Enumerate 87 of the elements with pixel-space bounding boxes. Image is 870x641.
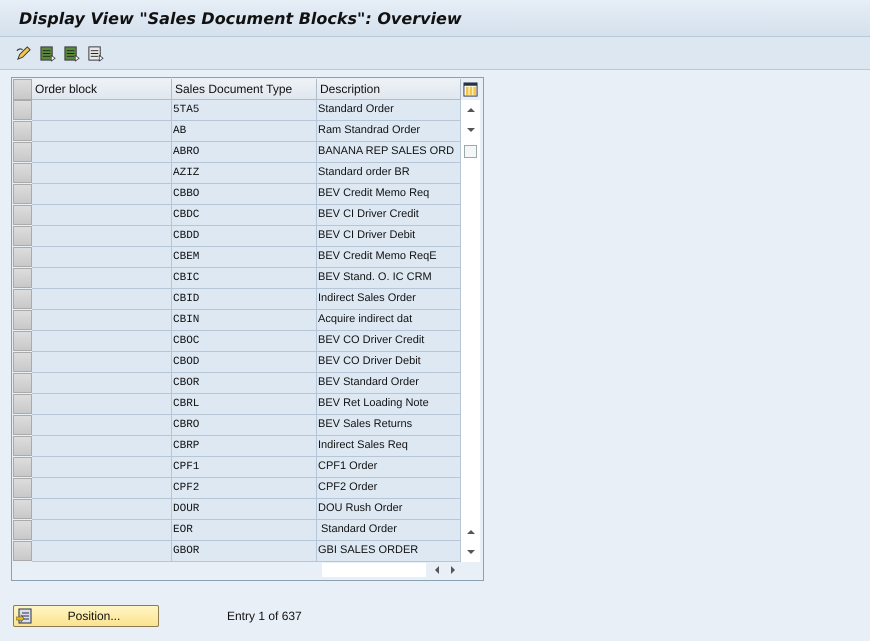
row-selector[interactable]: [13, 100, 32, 120]
row-selector[interactable]: [13, 520, 32, 540]
table-cell: BEV Credit Memo Req: [317, 184, 461, 205]
table-cell: BEV Stand. O. IC CRM: [317, 268, 461, 289]
horizontal-scrollbar[interactable]: [322, 563, 426, 577]
row-selector[interactable]: [13, 226, 32, 246]
table-cell: CBIN: [172, 310, 317, 331]
table-cell: CBDD: [172, 226, 317, 247]
scroll-up-icon[interactable]: [466, 527, 476, 537]
table-cell: EOR: [172, 520, 317, 541]
position-icon: [16, 608, 32, 624]
list-icon[interactable]: [63, 44, 80, 62]
table-cell: CBOR: [172, 373, 317, 394]
row-selector[interactable]: [13, 121, 32, 141]
column-header[interactable]: Order block: [32, 79, 172, 100]
table-cell: CBID: [172, 289, 317, 310]
table-cell: ABRO: [172, 142, 317, 163]
row-selector[interactable]: [13, 289, 32, 309]
table-cell: CBEM: [172, 247, 317, 268]
vertical-scrollbar[interactable]: [461, 100, 480, 562]
table-cell: CBRL: [172, 394, 317, 415]
table-cell: CBBO: [172, 184, 317, 205]
select-all-button[interactable]: [13, 79, 32, 100]
table-cell: GBI SALES ORDER: [317, 541, 461, 562]
scroll-up-icon[interactable]: [466, 105, 476, 115]
table-cell: BEV CI Driver Credit: [317, 205, 461, 226]
table-cell: Standard Order: [317, 100, 461, 121]
table-cell: AB: [172, 121, 317, 142]
table-cell: Standard Order: [317, 520, 461, 541]
table-cell: CBRO: [172, 415, 317, 436]
list-icon[interactable]: [39, 44, 56, 62]
table-cell: CPF1: [172, 457, 317, 478]
row-selector[interactable]: [13, 352, 32, 372]
table-cell: Ram Standrad Order: [317, 121, 461, 142]
position-button[interactable]: Position...: [13, 605, 159, 627]
pencil-icon[interactable]: [15, 44, 32, 62]
row-selector[interactable]: [13, 478, 32, 498]
table-cell: CBOC: [172, 331, 317, 352]
row-selector[interactable]: [13, 394, 32, 414]
column-settings-icon[interactable]: [463, 82, 478, 97]
table-cell: BEV Credit Memo ReqE: [317, 247, 461, 268]
row-selector[interactable]: [13, 142, 32, 162]
table-cell: BEV CO Driver Debit: [317, 352, 461, 373]
row-selector[interactable]: [13, 457, 32, 477]
table-cell: Standard order BR: [317, 163, 461, 184]
table-cell: Indirect Sales Req: [317, 436, 461, 457]
table-cell: CBRP: [172, 436, 317, 457]
row-selector[interactable]: [13, 331, 32, 351]
row-selector[interactable]: [13, 373, 32, 393]
table-cell: DOU Rush Order: [317, 499, 461, 520]
row-selector[interactable]: [13, 541, 32, 561]
column-header[interactable]: Description: [317, 79, 461, 100]
row-selector[interactable]: [13, 163, 32, 183]
table-cell: CPF1 Order: [317, 457, 461, 478]
row-selector[interactable]: [13, 436, 32, 456]
scroll-right-icon[interactable]: [448, 565, 458, 575]
table-cell: BEV Sales Returns: [317, 415, 461, 436]
table-cell: CBDC: [172, 205, 317, 226]
table-cell: BANANA REP SALES ORD: [317, 142, 461, 163]
table-cell: DOUR: [172, 499, 317, 520]
column-header[interactable]: Sales Document Type: [172, 79, 317, 100]
scroll-down-icon[interactable]: [466, 125, 476, 135]
list-icon[interactable]: [87, 44, 104, 62]
table-cell: CBIC: [172, 268, 317, 289]
table-cell: CPF2 Order: [317, 478, 461, 499]
window-title: Display View "Sales Document Blocks": Overview: [19, 8, 462, 28]
row-selector[interactable]: [13, 247, 32, 267]
row-selector[interactable]: [13, 205, 32, 225]
table-cell: BEV CO Driver Credit: [317, 331, 461, 352]
table-cell: BEV Ret Loading Note: [317, 394, 461, 415]
entry-count: Entry 1 of 637: [227, 609, 302, 623]
table-cell: CBOD: [172, 352, 317, 373]
scroll-down-icon[interactable]: [466, 547, 476, 557]
table-cell: Indirect Sales Order: [317, 289, 461, 310]
row-selector[interactable]: [13, 184, 32, 204]
table-cell: 5TA5: [172, 100, 317, 121]
row-selector[interactable]: [13, 415, 32, 435]
table-cell: BEV CI Driver Debit: [317, 226, 461, 247]
table-cell: BEV Standard Order: [317, 373, 461, 394]
row-selector[interactable]: [13, 499, 32, 519]
scroll-thumb[interactable]: [464, 145, 477, 158]
table-cell: AZIZ: [172, 163, 317, 184]
table-cell: Acquire indirect dat: [317, 310, 461, 331]
table-cell: CPF2: [172, 478, 317, 499]
row-selector[interactable]: [13, 310, 32, 330]
row-selector[interactable]: [13, 268, 32, 288]
table-cell: GBOR: [172, 541, 317, 562]
